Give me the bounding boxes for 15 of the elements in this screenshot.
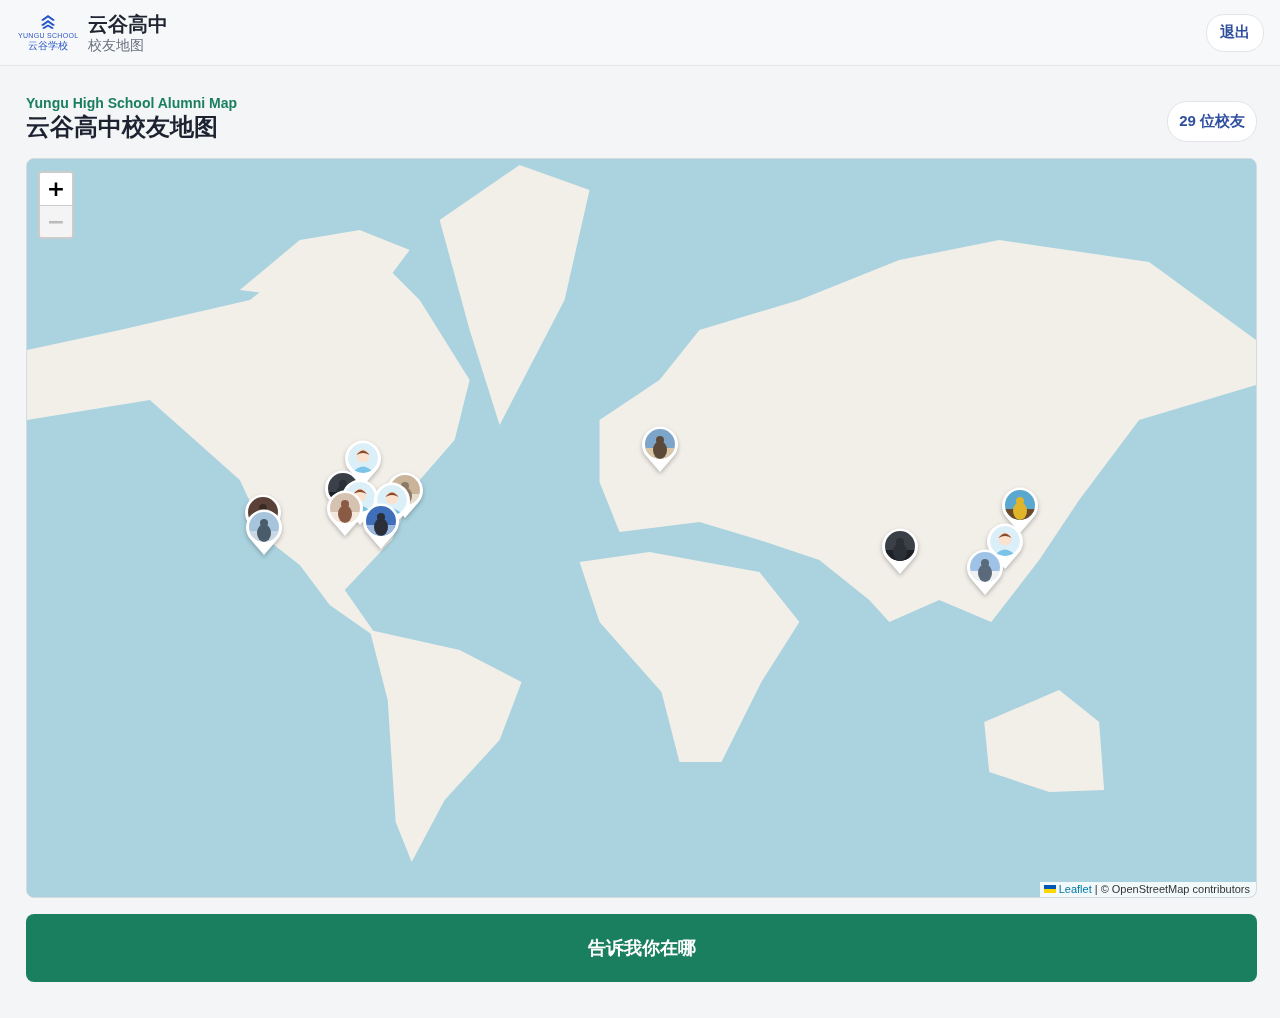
- map-pin[interactable]: [640, 424, 680, 474]
- map-pin[interactable]: [880, 526, 920, 576]
- logout-button[interactable]: 退出: [1206, 13, 1264, 52]
- map-pin-cluster[interactable]: [323, 438, 425, 551]
- page-title: 云谷高中校友地图: [26, 112, 219, 142]
- alumni-count: 29 位校友: [1167, 101, 1257, 142]
- share-location-button[interactable]: 告诉我你在哪: [26, 914, 1257, 982]
- app-title: 云谷高中: [88, 11, 170, 36]
- flag-icon: [1043, 885, 1056, 893]
- leaflet-link[interactable]: Leaflet: [1058, 883, 1092, 895]
- app-subtitle: 校友地图: [88, 35, 146, 54]
- attribution-text: | © OpenStreetMap contributors: [1094, 883, 1250, 895]
- map-pin-cluster[interactable]: [243, 492, 284, 557]
- logo-caption: 云谷学校: [28, 40, 69, 51]
- eyebrow-text: Yungu High School Alumni Map: [26, 94, 238, 112]
